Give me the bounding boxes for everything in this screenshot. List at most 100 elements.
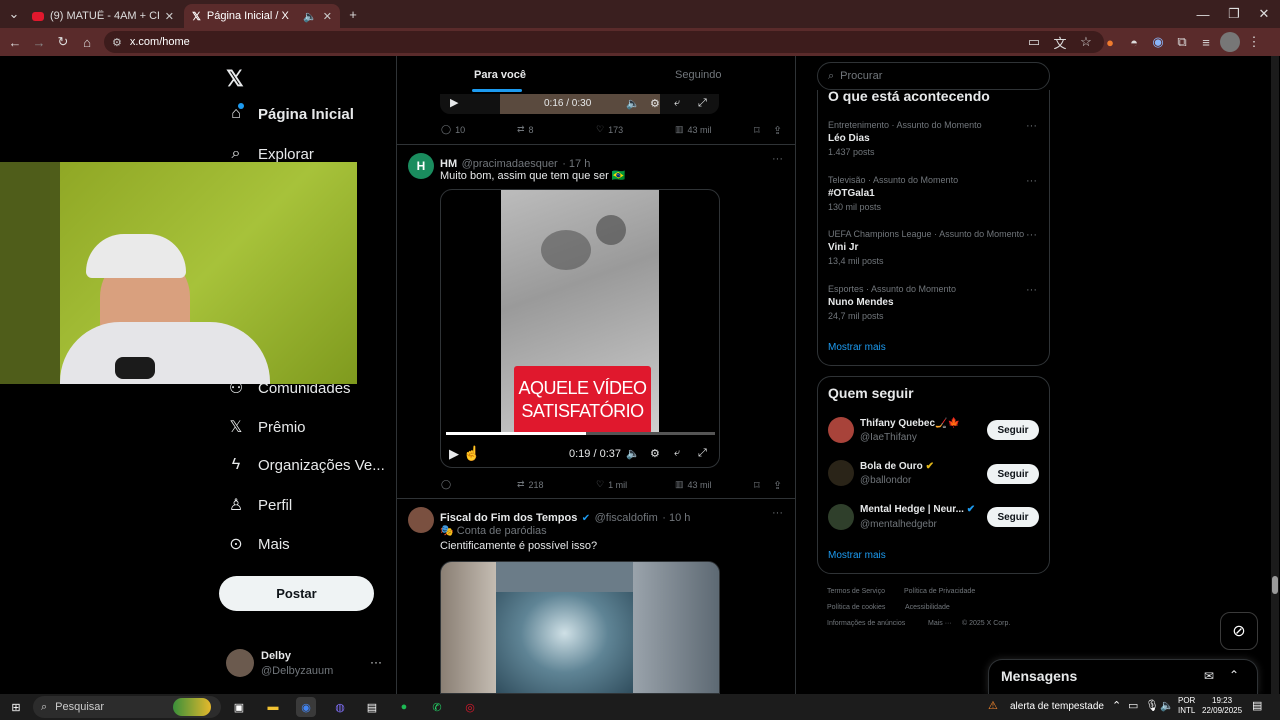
more-dots-icon[interactable]: ··· (1026, 284, 1037, 296)
nav-home[interactable]: ⌂ Página Inicial (226, 103, 354, 123)
follow-avatar[interactable] (828, 504, 854, 530)
puzzle-icon[interactable]: ⧉ (1172, 32, 1192, 52)
nav-premium[interactable]: 𝕏 Prêmio (226, 417, 306, 437)
translate-icon[interactable]: 文 (1050, 32, 1070, 52)
follow-button[interactable]: Seguir (987, 507, 1039, 527)
cast-icon[interactable]: ▭ (1024, 32, 1044, 52)
repost-action[interactable]: ⇄ 218 (517, 479, 544, 490)
post-button[interactable]: Postar (219, 576, 374, 611)
bookmark-star-icon[interactable]: ☆ (1076, 32, 1096, 52)
follow-handle[interactable]: @IaeThifany (860, 432, 917, 443)
incognito-icon[interactable]: ◓ (1124, 32, 1144, 52)
views-action[interactable]: ▥ 43 mil (675, 124, 712, 135)
reading-list-icon[interactable]: ≡ (1196, 32, 1216, 52)
reply-action[interactable]: ◯ 10 (441, 124, 465, 135)
footer-accessibility-link[interactable]: Acessibilidade (905, 604, 950, 611)
obs-icon[interactable]: ◎ (460, 697, 480, 717)
search-input[interactable]: ⌕ Procurar (817, 62, 1050, 90)
tray-chevron-icon[interactable]: ⌃ (1112, 699, 1121, 712)
follow-handle[interactable]: @mentalhedgebr (860, 519, 937, 530)
settings-icon[interactable]: ⚙ (650, 447, 660, 460)
task-view-icon[interactable]: ▣ (229, 697, 249, 717)
trend-item[interactable]: UEFA Champions League · Assunto do Momen… (828, 229, 1024, 266)
app-icon[interactable]: ▤ (362, 697, 382, 717)
account-name[interactable]: Delby (261, 650, 291, 662)
views-action[interactable]: ▥ 43 mil (675, 479, 712, 490)
extension-icon[interactable]: ● (1100, 32, 1120, 52)
back-button[interactable]: ← (3, 30, 27, 54)
volume-icon[interactable]: 🔈 (626, 447, 640, 460)
forward-button[interactable]: → (27, 30, 51, 54)
mic-icon[interactable]: 🎙 (1145, 699, 1159, 712)
tweet-image[interactable] (440, 561, 720, 694)
nav-explore[interactable]: ⌕ Explorar (226, 145, 314, 163)
menu-icon[interactable]: ⋮ (1244, 32, 1264, 52)
like-action[interactable]: ♡ 173 (596, 124, 623, 135)
notifications-icon[interactable]: ▤ (1252, 699, 1262, 712)
minimize-button[interactable]: — (1191, 2, 1215, 26)
popout-icon[interactable]: ⤶ (674, 447, 680, 460)
tab-x-home[interactable]: 𝕏 Página Inicial / X 🔈 ✕ (184, 4, 340, 28)
follow-name-wrap[interactable]: Bola de Ouro ✔ (860, 461, 934, 472)
more-dots-icon[interactable]: ··· (772, 153, 783, 165)
footer-cookies-link[interactable]: Política de cookies (827, 604, 885, 611)
tab-for-you[interactable]: Para você (474, 69, 526, 81)
new-tab-button[interactable]: + (341, 2, 365, 26)
like-action[interactable]: ♡ 1 mil (596, 479, 627, 490)
trend-item[interactable]: Entretenimento · Assunto do Momento Léo … (828, 120, 982, 157)
follow-avatar[interactable] (828, 460, 854, 486)
play-icon[interactable]: ▶ (449, 446, 459, 462)
repost-action[interactable]: ⇄ 8 (517, 124, 534, 135)
chevron-up-icon[interactable]: ⌃ (1229, 668, 1239, 682)
nav-verified-orgs[interactable]: ϟ Organizações Ve... (226, 456, 385, 474)
storm-alert-icon[interactable]: ⚠ (988, 699, 998, 712)
popout-icon[interactable]: ⤶ (674, 97, 680, 110)
chrome-icon[interactable]: ◉ (296, 697, 316, 717)
clock[interactable]: 19:23 22/09/2025 (1202, 696, 1242, 716)
footer-privacy-link[interactable]: Política de Privacidade (904, 588, 975, 595)
more-dots-icon[interactable]: ··· (1026, 175, 1037, 187)
follow-button[interactable]: Seguir (987, 464, 1039, 484)
profile-extension-icon[interactable]: ◉ (1148, 32, 1168, 52)
fullscreen-icon[interactable]: ⤢ (698, 447, 707, 460)
footer-ads-link[interactable]: Informações de anúncios (827, 620, 905, 627)
reload-button[interactable]: ↻ (51, 30, 75, 54)
previous-video[interactable]: ▶ 0:16 / 0:30 🔈 ⚙ ⤶ ⤢ (440, 94, 719, 114)
footer-more-link[interactable]: Mais ··· (928, 620, 952, 627)
weather-text[interactable]: alerta de tempestade (1010, 701, 1104, 712)
taskbar-search-input[interactable]: ⌕ Pesquisar (33, 696, 221, 718)
tab-youtube[interactable]: (9) MATUÊ - 4AM + CRACK (Dr ✕ (24, 4, 182, 28)
tab-following[interactable]: Seguindo (675, 69, 722, 81)
play-icon[interactable]: ▶ (450, 96, 458, 109)
close-tab-icon[interactable]: ✕ (323, 10, 332, 23)
network-icon[interactable]: ▭ (1128, 699, 1138, 712)
follow-avatar[interactable] (828, 417, 854, 443)
reply-action[interactable]: ◯ (441, 479, 451, 490)
speaker-icon[interactable]: 🔈 (1160, 699, 1174, 712)
whatsapp-icon[interactable]: ✆ (427, 697, 447, 717)
avatar[interactable] (1220, 32, 1240, 52)
footer-terms-link[interactable]: Termos de Serviço (827, 588, 885, 595)
share-icon[interactable]: ⇪ (773, 124, 782, 137)
language-indicator[interactable]: POR INTL (1178, 696, 1195, 716)
trend-item[interactable]: Televisão · Assunto do Momento #OTGala1 … (828, 175, 958, 212)
fullscreen-icon[interactable]: ⤢ (698, 97, 707, 110)
follow-button[interactable]: Seguir (987, 420, 1039, 440)
follow-name[interactable]: Thifany Quebec🏒🍁 (860, 418, 960, 429)
author-name[interactable]: Fiscal do Fim dos Tempos (440, 512, 577, 524)
trend-item[interactable]: Esportes · Assunto do Momento Nuno Mende… (828, 284, 956, 321)
tab-search-chevron-icon[interactable]: ⌄ (2, 2, 26, 26)
follow-handle[interactable]: @ballondor (860, 475, 911, 486)
grok-icon[interactable]: ⊘ (1220, 612, 1258, 650)
nav-more[interactable]: ⊙ Mais (226, 534, 289, 554)
close-window-button[interactable]: ✕ (1252, 2, 1276, 26)
more-dots-icon[interactable]: ··· (370, 655, 382, 669)
nav-profile[interactable]: ♙ Perfil (226, 495, 292, 515)
tweet-avatar[interactable]: H (408, 153, 434, 179)
bookmark-icon[interactable]: ⌑ (754, 479, 760, 492)
scrollbar[interactable] (1271, 56, 1279, 694)
volume-icon[interactable]: 🔈 (626, 97, 640, 110)
windows-start-icon[interactable]: ⊞ (6, 697, 26, 717)
share-icon[interactable]: ⇪ (773, 479, 782, 492)
author-handle[interactable]: @fiscaldofim (595, 512, 658, 524)
